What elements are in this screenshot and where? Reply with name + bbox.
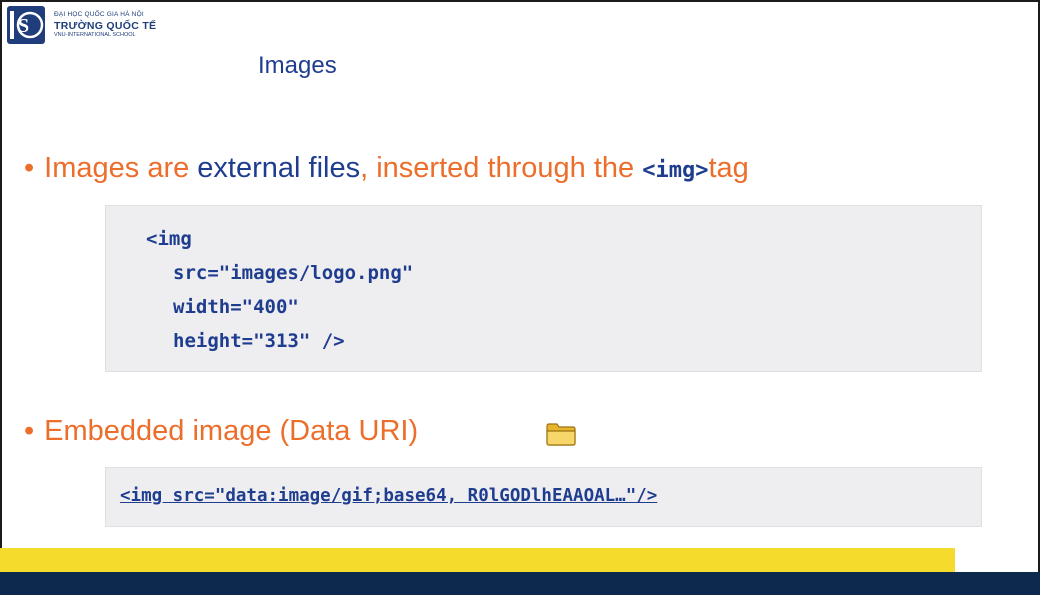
svg-text:S: S	[18, 15, 29, 37]
bullet2-text: Embedded image (Data URI)	[44, 415, 419, 447]
slide-title: Images	[258, 52, 337, 79]
bullet1-text-b: external files	[197, 152, 361, 184]
img-code-block: <img src="images/logo.png" width="400" h…	[105, 205, 982, 372]
is-logo-icon: S	[7, 6, 45, 44]
folder-icon[interactable]	[545, 421, 577, 447]
bullet-images-external: • Images are external files, inserted thr…	[24, 152, 749, 185]
bullet-dot: •	[24, 415, 35, 447]
logo-university-name: ĐẠI HỌC QUỐC GIA HÀ NỘI	[54, 11, 144, 18]
code-line-1: <img	[146, 228, 192, 250]
bullet1-text-a: Images are	[44, 152, 198, 184]
bullet1-img-tag: <img>	[642, 158, 709, 183]
bullet1-text-d: tag	[708, 152, 749, 184]
logo-text: ĐẠI HỌC QUỐC GIA HÀ NỘI TRƯỜNG QUỐC TẾ V…	[54, 11, 157, 39]
school-logo: S ĐẠI HỌC QUỐC GIA HÀ NỘI TRƯỜNG QUỐC TẾ…	[6, 5, 206, 49]
bullet-dot: •	[24, 152, 35, 184]
code-line-2: src="images/logo.png"	[173, 262, 414, 284]
logo-school-name: TRƯỜNG QUỐC TẾ	[54, 19, 157, 32]
code-line-3: width="400"	[173, 296, 299, 318]
data-uri-code-block: <img src="data:image/gif;base64, R0lGODl…	[105, 467, 982, 527]
code-line-4: height="313" />	[173, 330, 345, 352]
footer-bar	[0, 572, 1040, 595]
data-uri-code-link[interactable]: <img src="data:image/gif;base64, R0lGODl…	[120, 486, 657, 506]
bullet1-text-c: , inserted through the	[360, 152, 643, 184]
yellow-accent-bar	[0, 548, 955, 572]
logo-school-english-name: VNU-INTERNATIONAL SCHOOL	[54, 32, 136, 38]
bullet-embedded-image: • Embedded image (Data URI)	[24, 415, 418, 448]
